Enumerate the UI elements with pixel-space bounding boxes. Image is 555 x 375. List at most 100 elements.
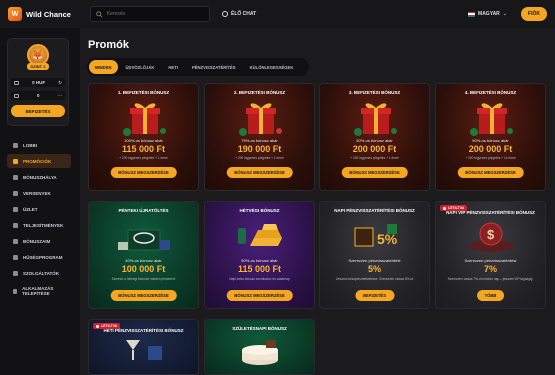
claim-bonus-button[interactable]: BÓNUSZ MEGSZERZÉSE [110, 290, 177, 301]
promo-card[interactable]: LETILTVA NAPI VIP PÉNZVISSZATÉRÍTÉSI BÓNU… [435, 201, 546, 309]
sidebar-item-label: BÓNUSZAIM [23, 238, 51, 244]
tab[interactable]: MINDEN [89, 60, 118, 74]
promo-art [436, 98, 545, 138]
sidebar-item[interactable]: PROMÓCIÓK [7, 154, 71, 168]
gift-box-icon [238, 103, 282, 136]
birthday-cake-icon [241, 340, 278, 365]
promo-title: 2. BEFIZETÉSI BÓNUSZ [233, 90, 286, 95]
promo-terms: + 200 ingyenes pörgetés + 1 érme [350, 156, 399, 160]
nav-icon [13, 190, 18, 196]
sidebar-item[interactable]: ÜZLET [7, 202, 71, 216]
promo-card[interactable]: 2. BEFIZETÉSI BÓNUSZ 75%-os bónusz akár 19… [204, 83, 315, 191]
promo-terms: Napi extra bónusz szombaton és vasárnap [229, 277, 290, 281]
nav-icon [13, 254, 18, 260]
promo-subtitle: 50%-os bónusz akár [356, 138, 393, 143]
refresh-icon[interactable]: ↻ [58, 80, 62, 86]
promo-card[interactable]: NAPI PÉNZVISSZATÉRÍTÉSI BÓNUSZ 5% Szerezze… [319, 201, 430, 309]
promo-card[interactable]: 4. BEFIZETÉSI BÓNUSZ 50%-os bónusz akár 20… [435, 83, 546, 191]
sidebar-item[interactable]: TELJESÍTMÉNYEK [7, 218, 71, 232]
logo-text: Wild Chance [26, 9, 71, 19]
balance-value: 0 HUF [32, 80, 46, 85]
sidebar-item[interactable]: BÓNUSZAIM [7, 234, 71, 248]
promo-art [89, 216, 198, 256]
balance-row: 0 HUF ↻ [11, 78, 65, 87]
sidebar: 🦊 SZINT 1 0 HUF ↻ 0 ⋯ BEFIZETÉS LOBBI PRO… [0, 28, 78, 375]
promo-tabs: MINDEN ÜDVÖZLŐJÁK HETI PÉNZVISSZATÉRÍTÉS KÜL… [87, 58, 309, 76]
claim-bonus-button[interactable]: BEFIZETÉS [354, 290, 395, 301]
promo-card[interactable]: 1. BEFIZETÉSI BÓNUSZ 100%-os bónusz akár 1… [88, 83, 199, 191]
promo-title: NAPI PÉNZVISSZATÉRÍTÉSI BÓNUSZ [334, 208, 415, 213]
sidebar-nav: LOBBI PROMÓCIÓK BÓNUSZHÁLYA VERSENYEK ÜZLET T… [7, 138, 71, 300]
sidebar-item[interactable]: LOBBI [7, 138, 71, 152]
promo-card[interactable]: 3. BEFIZETÉSI BÓNUSZ 50%-os bónusz akár 20… [319, 83, 430, 191]
promo-amount: 190 000 Ft [237, 144, 282, 154]
search-box[interactable] [90, 6, 210, 22]
claim-bonus-button[interactable]: BÓNUSZ MEGSZERZÉSE [457, 167, 524, 178]
top-bar: W Wild Chance ÉLŐ CHAT MAGYAR ⌄ FIÓK [0, 0, 555, 28]
live-chat-button[interactable]: ÉLŐ CHAT [222, 11, 256, 17]
search-input[interactable] [106, 11, 204, 17]
claim-bonus-button[interactable]: TÖBB [476, 290, 505, 301]
tab[interactable]: HETI [162, 60, 184, 74]
gift-box-icon [353, 103, 397, 136]
language-label: MAGYAR [478, 11, 500, 17]
promo-subtitle: 50%-os bónusz akár [241, 258, 278, 263]
nav-icon [13, 270, 18, 276]
sidebar-item[interactable]: SZOLGÁLTATÓK [7, 266, 71, 280]
promo-card[interactable]: SZÜLETÉSNAPI BÓNUSZ [204, 319, 315, 375]
promo-amount: 200 000 Ft [468, 144, 513, 154]
sidebar-item[interactable]: ALKALMAZÁS TELEPÍTÉSE [7, 282, 71, 300]
promo-title: HÉTVÉGI BÓNUSZ [239, 208, 280, 213]
account-button[interactable]: FIÓK [521, 7, 547, 21]
promo-art: $ [436, 216, 545, 256]
sidebar-item[interactable]: VERSENYEK [7, 186, 71, 200]
vip-coin-icon: $ [468, 222, 513, 252]
promo-title: 4. BEFIZETÉSI BÓNUSZ [464, 90, 517, 95]
promo-title: 3. BEFIZETÉSI BÓNUSZ [348, 90, 401, 95]
svg-text:$: $ [487, 227, 495, 242]
claim-bonus-button[interactable]: BÓNUSZ MEGSZERZÉSE [341, 167, 408, 178]
info-icon[interactable]: ⋯ [57, 93, 62, 99]
tab[interactable]: KÜLÖNLEGESSÉGEK [244, 60, 300, 74]
promo-art [205, 216, 314, 256]
promo-title: HETI PÉNZVISSZATÉRÍTÉSI BÓNUSZ [103, 328, 184, 333]
fox-icon: 🦊 [32, 49, 44, 60]
sidebar-item-label: BÓNUSZHÁLYA [23, 174, 57, 180]
sidebar-item[interactable]: BÓNUSZHÁLYA [7, 170, 71, 184]
promo-terms: Jelszam készpénzbefizetésre. Szerezzen v… [335, 277, 414, 281]
sidebar-item[interactable]: HŰSÉGPROGRAM [7, 250, 71, 264]
tab[interactable]: ÜDVÖZLŐJÁK [120, 60, 161, 74]
gift-box-icon [122, 103, 166, 136]
promo-subtitle: 75%-os bónusz akár [241, 138, 278, 143]
sidebar-item-label: ALKALMAZÁS TELEPÍTÉSE [22, 286, 54, 296]
logo[interactable]: W Wild Chance [8, 7, 80, 21]
promo-terms: + 200 ingyenes pörgetés + 1 érme [235, 156, 284, 160]
promo-card[interactable]: HÉTVÉGI BÓNUSZ 50%-os bónusz akár 115 000 … [204, 201, 315, 309]
promo-card[interactable]: PÉNTEKI ÚJRATÖLTÉS 40%-os bónusz akár 100 … [88, 201, 199, 309]
tab[interactable]: PÉNZVISSZATÉRÍTÉS [186, 60, 242, 74]
promo-subtitle: Szerezzen pénzvisszatérítést [348, 258, 401, 263]
main-content: Promók MINDEN ÜDVÖZLŐJÁK HETI PÉNZVISSZATÉR… [80, 28, 555, 375]
promo-art [205, 336, 314, 366]
profile-card: 🦊 SZINT 1 0 HUF ↻ 0 ⋯ BEFIZETÉS [7, 38, 69, 126]
promo-card[interactable]: LETILTVA HETI PÉNZVISSZATÉRÍTÉSI BÓNUSZ [88, 319, 199, 375]
page-title: Promók [88, 39, 129, 51]
promo-terms: Szerezd a hétvégi bónuszt minden pénteke… [111, 277, 176, 281]
claim-bonus-button[interactable]: BÓNUSZ MEGSZERZÉSE [110, 167, 177, 178]
language-selector[interactable]: MAGYAR ⌄ [468, 11, 507, 17]
chat-icon [222, 11, 228, 17]
deposit-button[interactable]: BEFIZETÉS [11, 105, 65, 117]
promo-subtitle: 40%-os bónusz akár [125, 258, 162, 263]
level-badge: SZINT 1 [26, 63, 50, 70]
nav-icon [13, 206, 18, 212]
sidebar-item-label: LOBBI [23, 142, 37, 148]
claim-bonus-button[interactable]: BÓNUSZ MEGSZERZÉSE [226, 167, 293, 178]
claim-bonus-button[interactable]: BÓNUSZ MEGSZERZÉSE [226, 290, 293, 301]
promo-amount: 100 000 Ft [121, 264, 166, 274]
nav-icon [13, 174, 18, 180]
promo-amount: 115 000 Ft [237, 264, 282, 274]
sidebar-item-label: VERSENYEK [23, 190, 51, 196]
promo-title: SZÜLETÉSNAPI BÓNUSZ [232, 326, 287, 331]
jewelry-box-icon [117, 229, 170, 251]
promo-amount: 7% [483, 264, 497, 274]
